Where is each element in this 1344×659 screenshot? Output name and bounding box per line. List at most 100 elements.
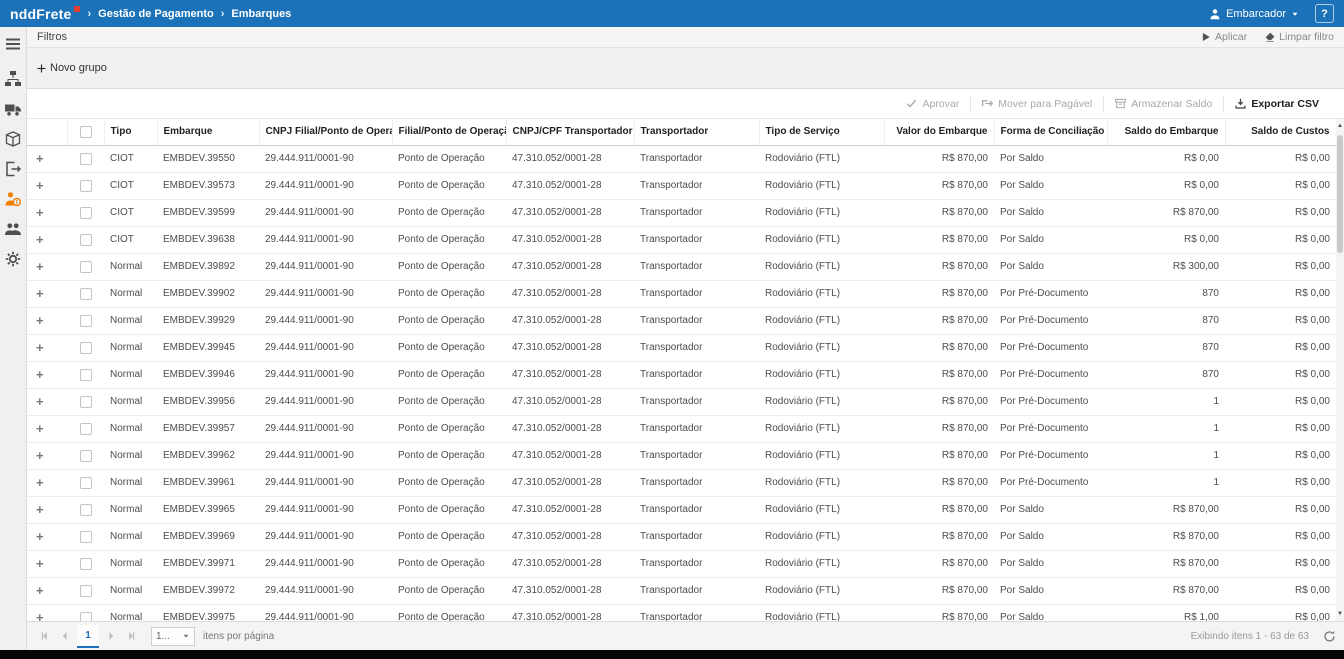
column-header-saldo-custos[interactable]: Saldo de Custos [1225,119,1336,145]
row-checkbox[interactable] [80,612,92,622]
users-icon[interactable] [5,220,22,237]
store-balance-button[interactable]: Armazenar Saldo [1103,96,1223,112]
table-row[interactable]: +NormalEMBDEV.3996229.444.911/0001-90Pon… [27,442,1336,469]
table-row[interactable]: +CIOTEMBDEV.3963829.444.911/0001-90Ponto… [27,226,1336,253]
expand-row-button[interactable]: + [27,604,67,621]
page-number-button[interactable]: 1 [77,625,99,648]
clear-filter-button[interactable]: Limpar filtro [1265,31,1334,43]
row-checkbox[interactable] [80,396,92,408]
app-logo[interactable]: nddFrete [10,6,72,22]
package-icon[interactable] [5,130,22,147]
expand-row-button[interactable]: + [27,388,67,415]
table-row[interactable]: +CIOTEMBDEV.3957329.444.911/0001-90Ponto… [27,172,1336,199]
expand-row-button[interactable]: + [27,523,67,550]
expand-row-button[interactable]: + [27,145,67,172]
apply-filter-button[interactable]: Aplicar [1201,31,1247,43]
row-checkbox[interactable] [80,504,92,516]
row-checkbox[interactable] [80,153,92,165]
last-page-button[interactable] [121,626,141,647]
user-menu[interactable]: Embarcador [1199,0,1309,27]
expand-row-button[interactable]: + [27,361,67,388]
column-header-tipo[interactable]: Tipo [104,119,157,145]
row-checkbox[interactable] [80,207,92,219]
help-button[interactable]: ? [1315,4,1334,23]
expand-row-button[interactable]: + [27,280,67,307]
orgchart-icon[interactable] [5,70,22,87]
scroll-up-arrow[interactable]: ▲ [1336,121,1344,131]
row-checkbox[interactable] [80,261,92,273]
select-all-checkbox[interactable] [80,126,92,138]
row-checkbox[interactable] [80,531,92,543]
row-checkbox[interactable] [80,180,92,192]
table-row[interactable]: +NormalEMBDEV.3990229.444.911/0001-90Pon… [27,280,1336,307]
row-checkbox[interactable] [80,585,92,597]
cell-forma-conciliacao: Por Saldo [994,604,1107,621]
table-row[interactable]: +NormalEMBDEV.3995729.444.911/0001-90Pon… [27,415,1336,442]
table-row[interactable]: +NormalEMBDEV.3994629.444.911/0001-90Pon… [27,361,1336,388]
table-row[interactable]: +NormalEMBDEV.3997229.444.911/0001-90Pon… [27,577,1336,604]
chevron-down-icon [1291,10,1299,18]
column-header-saldo-embarque[interactable]: Saldo do Embarque [1107,119,1225,145]
row-checkbox[interactable] [80,477,92,489]
vertical-scrollbar[interactable]: ▲ ▼ [1336,119,1344,621]
expand-row-button[interactable]: + [27,442,67,469]
row-checkbox[interactable] [80,369,92,381]
column-header-forma-conciliacao[interactable]: Forma de Conciliação [994,119,1107,145]
row-checkbox[interactable] [80,234,92,246]
expand-row-button[interactable]: + [27,226,67,253]
table-row[interactable]: +NormalEMBDEV.3996529.444.911/0001-90Pon… [27,496,1336,523]
row-checkbox[interactable] [80,423,92,435]
table-row[interactable]: +NormalEMBDEV.3997529.444.911/0001-90Pon… [27,604,1336,621]
table-row[interactable]: +CIOTEMBDEV.3955029.444.911/0001-90Ponto… [27,145,1336,172]
next-page-button[interactable] [101,626,121,647]
column-header-tipo-servico[interactable]: Tipo de Serviço [759,119,884,145]
column-header-embarque[interactable]: Embarque [157,119,259,145]
expand-row-button[interactable]: + [27,199,67,226]
table-row[interactable]: +NormalEMBDEV.3989229.444.911/0001-90Pon… [27,253,1336,280]
column-header-transportador[interactable]: Transportador [634,119,759,145]
export-csv-button[interactable]: Exportar CSV [1223,96,1330,112]
table-row[interactable]: +NormalEMBDEV.3994529.444.911/0001-90Pon… [27,334,1336,361]
row-checkbox[interactable] [80,558,92,570]
approve-button[interactable]: Aprovar [895,96,970,112]
row-checkbox[interactable] [80,450,92,462]
table-row[interactable]: +NormalEMBDEV.3996129.444.911/0001-90Pon… [27,469,1336,496]
expand-row-button[interactable]: + [27,550,67,577]
move-to-payable-button[interactable]: Mover para Pagável [970,96,1103,112]
expand-row-button[interactable]: + [27,469,67,496]
previous-page-button[interactable] [55,626,75,647]
breadcrumb-embarques[interactable]: Embarques [231,8,291,20]
first-page-button[interactable] [35,626,55,647]
row-checkbox[interactable] [80,315,92,327]
logout-icon[interactable] [5,160,22,177]
table-row[interactable]: +NormalEMBDEV.3997129.444.911/0001-90Pon… [27,550,1336,577]
page-size-select[interactable]: 1... [151,627,195,646]
expand-row-button[interactable]: + [27,415,67,442]
breadcrumb-gestao-pagamento[interactable]: Gestão de Pagamento [98,8,214,20]
menu-icon[interactable] [5,35,22,52]
scroll-down-arrow[interactable]: ▼ [1336,609,1344,619]
table-row[interactable]: +NormalEMBDEV.3995629.444.911/0001-90Pon… [27,388,1336,415]
column-header-valor-embarque[interactable]: Valor do Embarque [884,119,994,145]
expand-row-button[interactable]: + [27,172,67,199]
settings-icon[interactable] [5,250,22,267]
table-row[interactable]: +NormalEMBDEV.3992929.444.911/0001-90Pon… [27,307,1336,334]
truck-icon[interactable] [5,100,22,117]
cell-saldo-embarque: R$ 300,00 [1107,253,1225,280]
row-checkbox[interactable] [80,342,92,354]
expand-row-button[interactable]: + [27,334,67,361]
table-row[interactable]: +CIOTEMBDEV.3959929.444.911/0001-90Ponto… [27,199,1336,226]
column-header-filial-ponto-operacao[interactable]: Filial/Ponto de Operação [392,119,506,145]
row-checkbox[interactable] [80,288,92,300]
new-group-button[interactable]: Novo grupo [37,62,107,74]
expand-row-button[interactable]: + [27,577,67,604]
expand-row-button[interactable]: + [27,253,67,280]
scrollbar-thumb[interactable] [1337,135,1343,253]
column-header-cnpj-filial[interactable]: CNPJ Filial/Ponto de Operação [259,119,392,145]
expand-row-button[interactable]: + [27,307,67,334]
payments-icon[interactable] [5,190,22,207]
expand-row-button[interactable]: + [27,496,67,523]
table-row[interactable]: +NormalEMBDEV.3996929.444.911/0001-90Pon… [27,523,1336,550]
column-header-cnpj-cpf-transportador[interactable]: CNPJ/CPF Transportador [506,119,634,145]
refresh-icon[interactable] [1323,630,1336,643]
